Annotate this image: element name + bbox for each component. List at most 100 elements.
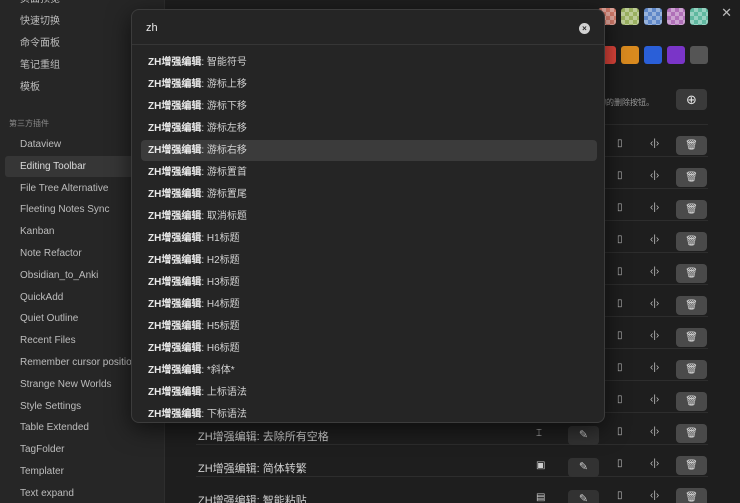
suggestion-rest: : *斜体* <box>201 365 235 376</box>
suggestion-item[interactable]: ZH增强编辑: 游标左移 <box>141 118 597 139</box>
file-icon[interactable]: ▯ <box>617 362 623 373</box>
file-icon[interactable]: ▯ <box>617 330 623 341</box>
suggestion-item[interactable]: ZH增强编辑: 游标下移 <box>141 96 597 117</box>
row-label: ZH增强编辑: 去除所有空格 <box>198 431 329 443</box>
search-input[interactable] <box>146 18 566 38</box>
file-icon[interactable]: ▯ <box>617 426 623 437</box>
file-icon[interactable]: ▯ <box>617 298 623 309</box>
suggestion-item[interactable]: ZH增强编辑: H6标题 <box>141 338 597 359</box>
delete-button[interactable]: 🗑 <box>676 424 707 443</box>
file-icon[interactable]: ▯ <box>617 202 623 213</box>
suggestion-rest: : H5标题 <box>201 321 240 332</box>
suggestion-item[interactable]: ZH增强编辑: 游标右移 <box>141 140 597 161</box>
swatch-green[interactable] <box>621 8 639 25</box>
suggestion-match: ZH增强编辑 <box>148 189 202 200</box>
color-swatch[interactable] <box>621 46 639 64</box>
suggestion-rest: : H2标题 <box>201 255 240 266</box>
file-icon[interactable]: ▯ <box>617 490 623 501</box>
edit-button[interactable]: ✎ <box>568 458 599 477</box>
suggestion-match: ZH增强编辑 <box>148 79 202 90</box>
code-icon[interactable]: ‹|› <box>650 330 659 341</box>
suggestion-item[interactable]: ZH增强编辑: 游标置首 <box>141 162 597 183</box>
row-divider <box>196 444 708 445</box>
code-icon[interactable]: ‹|› <box>650 426 659 437</box>
hint-text: 切的删除按钮。 <box>598 98 654 107</box>
file-icon[interactable]: ▯ <box>617 458 623 469</box>
code-icon[interactable]: ‹|› <box>650 490 659 501</box>
code-icon[interactable]: ‹|› <box>650 138 659 149</box>
suggestion-rest: : H1标题 <box>201 233 240 244</box>
suggestion-item[interactable]: ZH增强编辑: 游标上移 <box>141 74 597 95</box>
suggestion-item[interactable]: ZH增强编辑: H2标题 <box>141 250 597 271</box>
delete-button[interactable]: 🗑 <box>676 328 707 347</box>
code-icon[interactable]: ‹|› <box>650 298 659 309</box>
row-icon: ▣ <box>536 460 546 471</box>
row-label: ZH增强编辑: 简体转繁 <box>198 463 307 475</box>
suggestion-match: ZH增强编辑 <box>148 299 202 310</box>
code-icon[interactable]: ‹|› <box>650 458 659 469</box>
clear-icon[interactable]: × <box>579 23 590 34</box>
suggestion-rest: : 下标语法 <box>201 409 247 420</box>
color-swatch[interactable] <box>667 46 685 64</box>
suggestion-item[interactable]: ZH增强编辑: H5标题 <box>141 316 597 337</box>
file-icon[interactable]: ▯ <box>617 170 623 181</box>
color-swatch[interactable] <box>690 46 708 64</box>
suggestion-item[interactable]: ZH增强编辑: 游标置尾 <box>141 184 597 205</box>
suggestion-match: ZH增强编辑 <box>148 211 202 222</box>
code-icon[interactable]: ‹|› <box>650 202 659 213</box>
suggestion-rest: : H4标题 <box>201 299 240 310</box>
suggestion-rest: : 游标置首 <box>201 167 247 178</box>
suggestion-rest: : 上标语法 <box>201 387 247 398</box>
delete-button[interactable]: 🗑 <box>676 232 707 251</box>
swatch-purple[interactable] <box>667 8 685 25</box>
suggestion-match: ZH增强编辑 <box>148 145 202 156</box>
suggestion-item[interactable]: ZH增强编辑: 上标语法 <box>141 382 597 403</box>
code-icon[interactable]: ‹|› <box>650 234 659 245</box>
suggestion-match: ZH增强编辑 <box>148 101 202 112</box>
edit-button[interactable]: ✎ <box>568 426 599 445</box>
close-icon[interactable]: ✕ <box>721 5 732 21</box>
row-icon: ⌶ <box>536 428 542 439</box>
delete-button[interactable]: 🗑 <box>676 296 707 315</box>
sidebar-item-plugin[interactable]: TagFolder <box>5 439 163 460</box>
delete-button[interactable]: 🗑 <box>676 168 707 187</box>
code-icon[interactable]: ‹|› <box>650 266 659 277</box>
sidebar-item-plugin[interactable]: Templater <box>5 461 163 482</box>
delete-button[interactable]: 🗑 <box>676 200 707 219</box>
suggestion-item[interactable]: ZH增强编辑: 下标语法 <box>141 404 597 422</box>
suggestion-match: ZH增强编辑 <box>148 255 202 266</box>
file-icon[interactable]: ▯ <box>617 266 623 277</box>
file-icon[interactable]: ▯ <box>617 394 623 405</box>
suggestion-rest: : H3标题 <box>201 277 240 288</box>
swatch-blue[interactable] <box>644 8 662 25</box>
row-divider <box>196 476 708 477</box>
suggestion-item[interactable]: ZH增强编辑: H3标题 <box>141 272 597 293</box>
delete-button[interactable]: 🗑 <box>676 392 707 411</box>
code-icon[interactable]: ‹|› <box>650 394 659 405</box>
suggestion-item[interactable]: ZH增强编辑: H4标题 <box>141 294 597 315</box>
edit-button[interactable]: ✎ <box>568 490 599 503</box>
delete-button[interactable]: 🗑 <box>676 264 707 283</box>
suggestion-item[interactable]: ZH增强编辑: *斜体* <box>141 360 597 381</box>
code-icon[interactable]: ‹|› <box>650 362 659 373</box>
suggestion-item[interactable]: ZH增强编辑: 智能符号 <box>141 52 597 73</box>
suggestion-item[interactable]: ZH增强编辑: H1标题 <box>141 228 597 249</box>
suggestion-rest: : H6标题 <box>201 343 240 354</box>
file-icon[interactable]: ▯ <box>617 138 623 149</box>
add-button[interactable]: ⊕ <box>676 89 707 110</box>
delete-button[interactable]: 🗑 <box>676 456 707 475</box>
suggestion-rest: : 游标上移 <box>201 79 247 90</box>
suggestion-match: ZH增强编辑 <box>148 321 202 332</box>
suggestion-rest: : 游标下移 <box>201 101 247 112</box>
color-swatch[interactable] <box>644 46 662 64</box>
delete-button[interactable]: 🗑 <box>676 488 707 503</box>
code-icon[interactable]: ‹|› <box>650 170 659 181</box>
suggestion-rest: : 游标右移 <box>201 145 247 156</box>
file-icon[interactable]: ▯ <box>617 234 623 245</box>
delete-button[interactable]: 🗑 <box>676 136 707 155</box>
suggestion-rest: : 游标置尾 <box>201 189 247 200</box>
suggestion-item[interactable]: ZH增强编辑: 取消标题 <box>141 206 597 227</box>
delete-button[interactable]: 🗑 <box>676 360 707 379</box>
swatch-teal[interactable] <box>690 8 708 25</box>
sidebar-item-plugin[interactable]: Text expand <box>5 483 163 503</box>
